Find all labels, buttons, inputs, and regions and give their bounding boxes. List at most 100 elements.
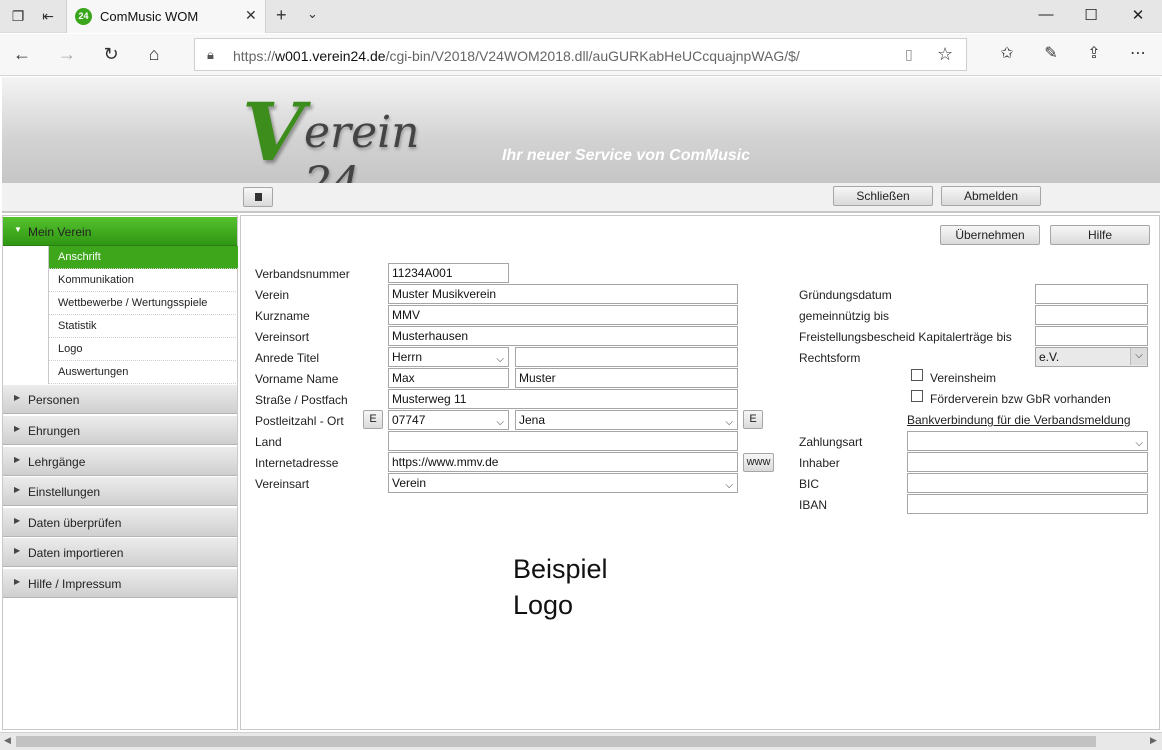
chevron-down-icon: ⌵ [725, 480, 733, 491]
sidebar-item-statistik[interactable]: Statistik [49, 315, 238, 338]
minimize-icon[interactable]: — [1036, 6, 1056, 23]
menu-toggle-button[interactable] [243, 187, 273, 207]
url-input[interactable]: 🔒︎ https://w001.verein24.de/cgi-bin/V201… [194, 38, 967, 71]
vereinsart-select[interactable]: Verein ⌵ [388, 473, 738, 493]
more-icon[interactable]: ⋯ [1127, 43, 1149, 63]
gruendungsdatum-label: Gründungsdatum [799, 288, 892, 302]
rechtsform-select[interactable]: e.V. ⌵ [1035, 347, 1148, 367]
sidebar-group-lehrgaenge[interactable]: ▶ Lehrgänge [3, 447, 237, 476]
freistellung-label: Freistellungsbescheid Kapitalerträge bis [799, 330, 1012, 344]
strasse-label: Straße / Postfach [255, 393, 348, 407]
open-website-button[interactable]: www [743, 453, 774, 472]
titel-field[interactable] [515, 347, 738, 367]
gemeinnuetzig-field[interactable] [1035, 305, 1148, 325]
vorname-field[interactable]: Max [388, 368, 509, 388]
tab-favicon-icon: 24 [75, 8, 92, 25]
foerderverein-checkbox[interactable] [911, 390, 923, 402]
help-button[interactable]: Hilfe [1050, 225, 1150, 245]
bic-label: BIC [799, 477, 820, 491]
bic-field[interactable] [907, 473, 1148, 493]
apply-button[interactable]: Übernehmen [940, 225, 1040, 245]
caret-right-icon: ▶ [14, 393, 21, 402]
sidebar-group-personen[interactable]: ▶ Personen [3, 385, 237, 414]
refresh-icon[interactable]: ↻ [99, 44, 123, 65]
vereinsort-label: Vereinsort [255, 330, 310, 344]
maximize-icon[interactable]: ☐ [1081, 6, 1101, 24]
land-field[interactable] [388, 431, 738, 451]
iban-label: IBAN [799, 498, 828, 512]
sidebar-item-kommunikation[interactable]: Kommunikation [49, 269, 238, 292]
chevron-down-icon: ⌵ [496, 417, 504, 428]
sidebar-group-hilfe[interactable]: ▶ Hilfe / Impressum [3, 569, 237, 598]
scroll-left-icon[interactable]: ◀ [4, 735, 11, 746]
tab-actions-icon[interactable]: ❐ [8, 7, 28, 25]
tab-close-icon[interactable]: ✕ [245, 7, 257, 24]
sidebar-group-daten-ueberpruefen[interactable]: ▶ Daten überprüfen [3, 508, 237, 537]
internetadresse-field[interactable]: https://www.mmv.de [388, 452, 738, 472]
vereinsheim-label: Vereinsheim [930, 371, 997, 385]
chevron-down-icon[interactable]: ⌄ [307, 6, 318, 22]
star-icon[interactable]: ☆ [937, 44, 953, 65]
sidebar-item-auswertungen[interactable]: Auswertungen [49, 361, 238, 384]
lock-icon: 🔒︎ [207, 47, 214, 62]
horizontal-scrollbar[interactable]: ◀ ▶ [0, 732, 1162, 750]
vereinsart-label: Vereinsart [255, 477, 310, 491]
sidebar-group-ehrungen[interactable]: ▶ Ehrungen [3, 416, 237, 445]
gruendungsdatum-field[interactable] [1035, 284, 1148, 304]
strasse-field[interactable]: Musterweg 11 [388, 389, 738, 409]
freistellung-field[interactable] [1035, 326, 1148, 346]
main-panel: Übernehmen Hilfe Verbandsnummer 11234A00… [240, 215, 1160, 730]
verein-field[interactable]: Muster Musikverein [388, 284, 738, 304]
back-arrow-icon[interactable]: ← [10, 44, 34, 65]
sidebar-item-logo[interactable]: Logo [49, 338, 238, 361]
scroll-right-icon[interactable]: ▶ [1150, 735, 1157, 746]
sidebar-item-wettbewerbe[interactable]: Wettbewerbe / Wertungsspiele [49, 292, 238, 315]
bank-details-link[interactable]: Bankverbindung für die Verbandsmeldung [907, 413, 1131, 427]
close-button[interactable]: Schließen [833, 186, 933, 206]
name-field[interactable]: Muster [515, 368, 738, 388]
logout-button[interactable]: Abmelden [941, 186, 1041, 206]
url-text: https://w001.verein24.de/cgi-bin/V2018/V… [233, 48, 800, 64]
inhaber-field[interactable] [907, 452, 1148, 472]
sidebar-group-mein-verein[interactable]: ▼ Mein Verein [3, 217, 237, 246]
verbandsnummer-field[interactable]: 11234A001 [388, 263, 509, 283]
zahlungsart-label: Zahlungsart [799, 435, 863, 449]
sidebar-group-daten-importieren[interactable]: ▶ Daten importieren [3, 538, 237, 567]
forward-arrow-icon[interactable]: → [55, 44, 79, 65]
scrollbar-thumb[interactable] [16, 736, 1096, 747]
sidebar-group-einstellungen[interactable]: ▶ Einstellungen [3, 477, 237, 506]
anrede-label: Anrede Titel [255, 351, 320, 365]
pen-icon[interactable]: ✎ [1040, 43, 1062, 63]
chevron-down-icon: ⌵ [1135, 438, 1143, 449]
app-toolbar: Schließen Abmelden [2, 183, 1160, 213]
plz-edit-button[interactable]: E [363, 410, 383, 429]
plz-select[interactable]: 07747 ⌵ [388, 410, 509, 430]
caret-down-icon: ▼ [14, 225, 22, 234]
plz-ort-label: Postleitzahl - Ort [255, 414, 344, 428]
internetadresse-label: Internetadresse [255, 456, 339, 470]
new-tab-icon[interactable]: + [276, 5, 287, 26]
tab-title: ComMusic WOM [100, 9, 199, 24]
home-icon[interactable]: ⌂ [142, 44, 166, 65]
vereinsort-field[interactable]: Musterhausen [388, 326, 738, 346]
favorites-icon[interactable]: ✩ [996, 43, 1018, 63]
ort-select[interactable]: Jena ⌵ [515, 410, 738, 430]
caret-right-icon: ▶ [14, 455, 21, 464]
verein24-logo: V erein 24 [242, 85, 420, 209]
caret-right-icon: ▶ [14, 516, 21, 525]
app-header: V erein 24 Ihr neuer Service von ComMusi… [2, 77, 1160, 209]
vereinsheim-checkbox[interactable] [911, 369, 923, 381]
zahlungsart-select[interactable]: ⌵ [907, 431, 1148, 451]
ort-edit-button[interactable]: E [743, 410, 763, 429]
reading-view-icon[interactable]: ▯ [905, 46, 913, 63]
iban-field[interactable] [907, 494, 1148, 514]
browser-tab[interactable]: 24 ComMusic WOM ✕ [66, 0, 266, 33]
window-close-icon[interactable]: ✕ [1128, 6, 1148, 24]
anrede-select[interactable]: Herrn ⌵ [388, 347, 509, 367]
sidebar-item-anschrift[interactable]: Anschrift [49, 246, 238, 269]
share-icon[interactable]: ⇪ [1083, 43, 1105, 63]
kurzname-field[interactable]: MMV [388, 305, 738, 325]
gemeinnuetzig-label: gemeinnützig bis [799, 309, 890, 323]
set-tabs-aside-icon[interactable]: ⇤ [38, 7, 58, 25]
menu-icon [254, 193, 262, 201]
